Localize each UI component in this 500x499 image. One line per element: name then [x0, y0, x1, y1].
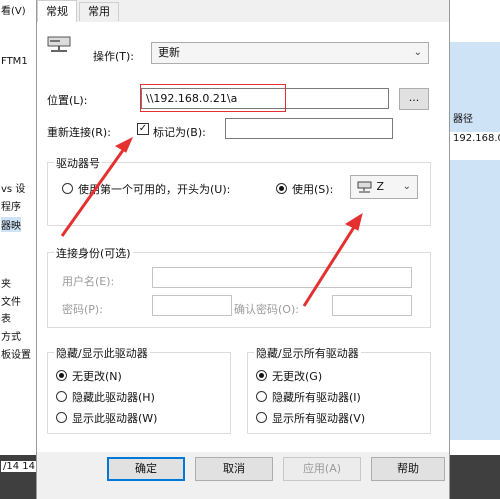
- network-drive-icon: [47, 36, 71, 52]
- bg-item: 文件: [1, 297, 21, 308]
- connect-as-group: 连接身份(可选) 用户名(E): 密码(P): 确认密码(O):: [47, 245, 431, 328]
- hide-this-drive-group: 隐藏/显示此驱动器 无更改(N) 隐藏此驱动器(H) 显示此驱动器(W): [47, 345, 231, 434]
- background-left-pane: 看(V) FTM1 vs 设 程序 器映 夹 文件 表 方式 板设置: [0, 0, 37, 455]
- first-available-label: 使用第一个可用的，开头为(U):: [78, 183, 231, 196]
- tab-general[interactable]: 常规: [37, 0, 77, 23]
- apply-button[interactable]: 应用(A): [283, 457, 361, 481]
- bg-item: 程序: [1, 202, 21, 213]
- this-show-label: 显示此驱动器(W): [72, 412, 158, 425]
- bg-status-text: /14 14: [1, 461, 37, 472]
- hide-all-drives-group: 隐藏/显示所有驱动器 无更改(G) 隐藏所有驱动器(I) 显示所有驱动器(V): [247, 345, 431, 434]
- radio-this-no-change[interactable]: [56, 370, 67, 381]
- hide-all-drives-title: 隐藏/显示所有驱动器: [254, 345, 361, 361]
- map-drive-dialog: 常规 常用 操作(T): 更新 ⌄ 位置(L): \\192.168.0.21\…: [36, 0, 450, 499]
- annotation-highlight-box: [140, 84, 286, 112]
- drive-letter-group: 驱动器号 使用第一个可用的，开头为(U): 使用(S): Z ⌄: [47, 155, 431, 226]
- bg-selection-band: [449, 160, 500, 440]
- radio-all-show[interactable]: [256, 412, 267, 423]
- tab-common[interactable]: 常用: [79, 2, 119, 21]
- radio-this-hide[interactable]: [56, 391, 67, 402]
- operation-select[interactable]: 更新 ⌄: [151, 42, 429, 64]
- radio-all-hide[interactable]: [256, 391, 267, 402]
- confirm-password-input[interactable]: [332, 295, 412, 316]
- cancel-button[interactable]: 取消: [195, 457, 273, 481]
- ok-button[interactable]: 确定: [107, 457, 185, 481]
- bg-item: 表: [1, 314, 11, 325]
- bg-address: 192.168.0.21: [453, 133, 500, 144]
- bg-item-selected: 器映: [1, 217, 21, 232]
- bg-item: vs 设: [1, 184, 26, 195]
- bg-item: FTM1: [1, 56, 28, 67]
- background-right-pane: 器径 192.168.0.21: [448, 0, 500, 455]
- radio-first-available[interactable]: [62, 183, 73, 194]
- confirm-password-label: 确认密码(O):: [234, 303, 299, 316]
- hide-this-drive-title: 隐藏/显示此驱动器: [54, 345, 150, 361]
- bg-header: 器径: [453, 114, 473, 125]
- bg-item: 夹: [1, 279, 11, 290]
- chevron-down-icon: ⌄: [402, 181, 411, 192]
- drive-letter-group-title: 驱动器号: [54, 155, 102, 171]
- this-no-change-label: 无更改(N): [72, 370, 122, 383]
- operation-value: 更新: [158, 46, 180, 59]
- labelas-label: 标记为(B):: [153, 126, 206, 139]
- password-label: 密码(P):: [62, 303, 103, 316]
- labelas-input[interactable]: [225, 118, 393, 139]
- radio-all-no-change[interactable]: [256, 370, 267, 381]
- bg-item: 方式: [1, 332, 21, 343]
- drive-letter-value: Z: [376, 180, 385, 193]
- all-show-label: 显示所有驱动器(V): [272, 412, 366, 425]
- tab-strip: 常规 常用: [37, 0, 449, 23]
- operation-label: 操作(T):: [93, 50, 135, 63]
- connect-as-group-title: 连接身份(可选): [54, 245, 133, 261]
- username-input[interactable]: [152, 267, 412, 288]
- use-drive-label: 使用(S):: [292, 183, 334, 196]
- reconnect-label: 重新连接(R):: [47, 126, 111, 139]
- all-no-change-label: 无更改(G): [272, 370, 323, 383]
- chevron-down-icon: ⌄: [413, 47, 422, 58]
- all-hide-label: 隐藏所有驱动器(I): [272, 391, 361, 404]
- drive-icon: [357, 181, 372, 193]
- radio-use-drive[interactable]: [276, 183, 287, 194]
- reconnect-checkbox[interactable]: ✓: [137, 123, 149, 135]
- location-label: 位置(L):: [47, 94, 88, 107]
- bg-item: 板设置: [1, 350, 31, 361]
- help-button[interactable]: 帮助: [371, 457, 445, 481]
- username-label: 用户名(E):: [62, 275, 115, 288]
- password-input[interactable]: [152, 295, 232, 316]
- drive-letter-select[interactable]: Z ⌄: [350, 175, 418, 199]
- radio-this-show[interactable]: [56, 412, 67, 423]
- this-hide-label: 隐藏此驱动器(H): [72, 391, 155, 404]
- browse-button[interactable]: ...: [399, 88, 429, 110]
- bg-menu-text: 看(V): [1, 6, 26, 17]
